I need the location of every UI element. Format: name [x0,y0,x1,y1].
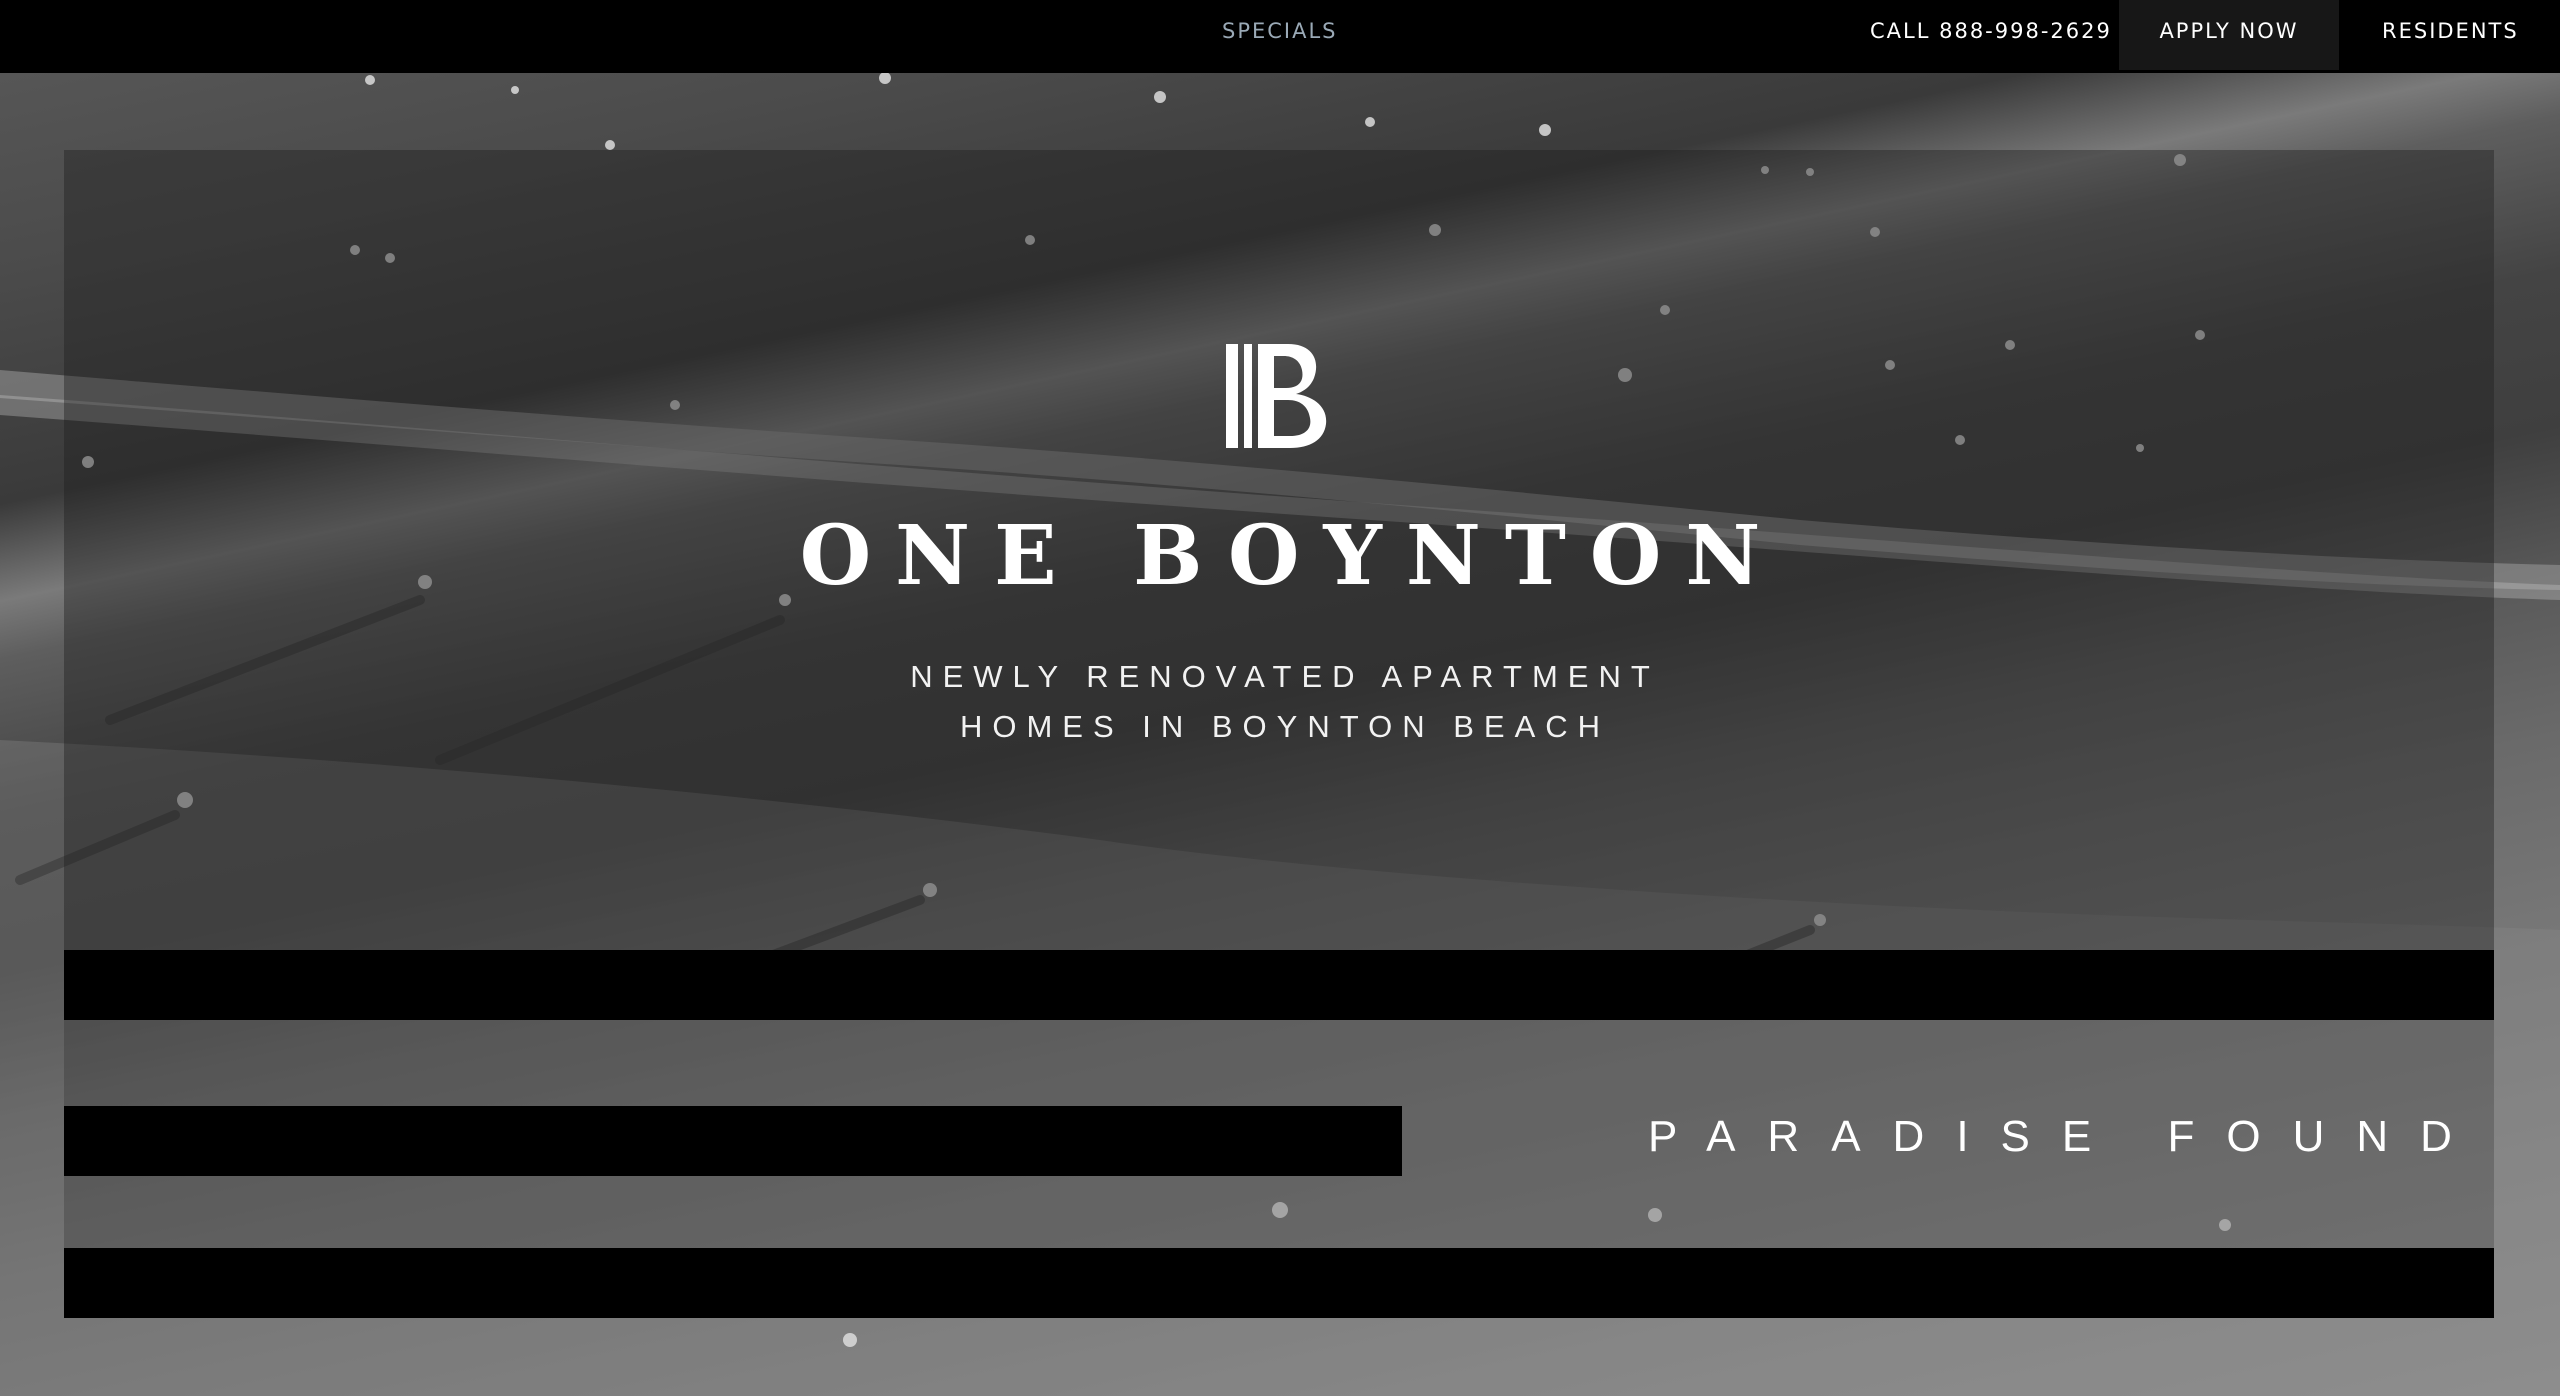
nav-link-call-phone[interactable]: CALL 888-998-2629 [1870,0,2112,73]
section-heading: PARADISE FOUND [1648,1112,2484,1161]
brand-title: ONE BOYNTON [799,508,1785,604]
apply-now-button[interactable]: APPLY NOW [2119,0,2339,70]
black-bar-middle [64,1106,1402,1176]
ob-monogram-logo-icon [1226,344,1327,448]
black-bar-bottom [64,1248,2494,1318]
nav-link-residents[interactable]: RESIDENTS [2382,0,2519,73]
black-bar-top [64,950,2494,1020]
hero-tagline-line-2: HOMES IN BOYNTON BEACH [959,709,1611,744]
top-navigation: SPECIALS CALL 888-998-2629 APPLY NOW RES… [0,0,2560,73]
page: SPECIALS CALL 888-998-2629 APPLY NOW RES… [0,0,2560,1396]
hero-tagline-line-1: NEWLY RENOVATED APARTMENT [910,659,1660,694]
nav-link-specials[interactable]: SPECIALS [1222,0,1338,73]
